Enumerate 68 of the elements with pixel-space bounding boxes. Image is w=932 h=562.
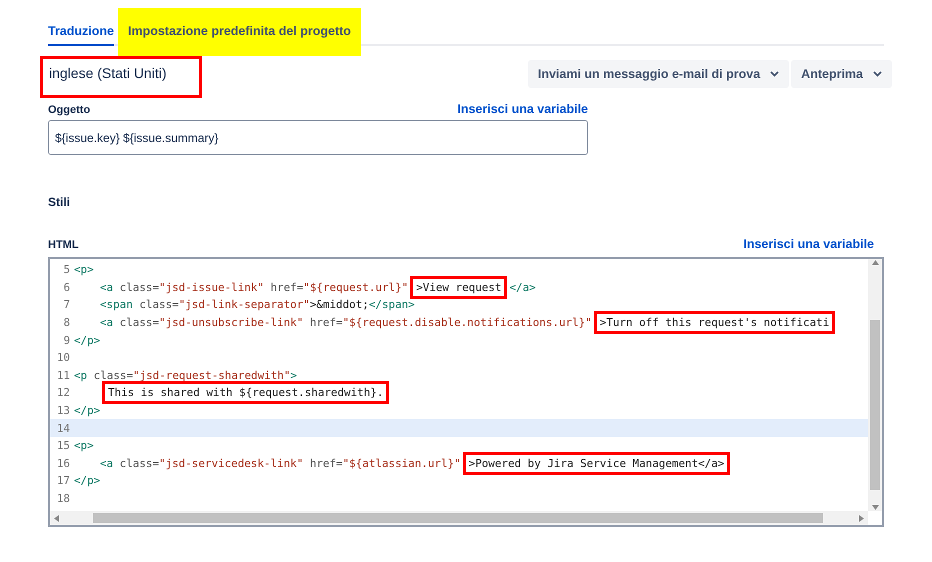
section-heading: Stili bbox=[48, 195, 72, 209]
line-number: 17 bbox=[56, 474, 71, 488]
code-text: href= bbox=[308, 456, 343, 470]
code-text: "${request.url}" bbox=[303, 280, 408, 294]
code-text: class= bbox=[120, 316, 160, 330]
code-text: </span> bbox=[368, 298, 415, 312]
line-number: 8 bbox=[62, 316, 71, 330]
insert-variable-link[interactable]: Inserisci una variabile bbox=[743, 237, 874, 251]
code-text: class= bbox=[120, 456, 160, 470]
code-editor[interactable] bbox=[48, 257, 884, 527]
vertical-scrollbar[interactable] bbox=[868, 259, 882, 511]
scroll-left-icon[interactable] bbox=[53, 514, 60, 522]
line-number: 9 bbox=[62, 334, 71, 347]
code-text: <p> bbox=[74, 439, 94, 452]
code-text: </p> bbox=[74, 334, 100, 347]
code-text: >&middot; bbox=[310, 298, 369, 312]
code-text: >Powered by Jira Service Management</a> bbox=[462, 452, 730, 475]
code-text: This is shared with ${request.sharedwith}. bbox=[102, 381, 390, 404]
dropdown-button[interactable]: Inviami un messaggio e-mail di prova bbox=[528, 60, 790, 88]
code-text: >View request bbox=[410, 276, 508, 299]
code-text: "${request.disable.notifications.url}" bbox=[342, 316, 592, 330]
line-number: 14 bbox=[56, 422, 71, 435]
code-text: "jsd-unsubscribe-link" bbox=[159, 316, 304, 330]
code-text: "jsd-request-sharedwith" bbox=[133, 368, 290, 382]
code-text: </a> bbox=[509, 280, 536, 294]
code-text: "jsd-servicedesk-link" bbox=[159, 456, 304, 470]
scroll-down-icon[interactable] bbox=[872, 504, 878, 511]
horizontal-scrollbar[interactable] bbox=[50, 511, 868, 525]
line-number: 16 bbox=[56, 456, 71, 470]
code-text: <p> bbox=[74, 263, 94, 276]
code-text: "jsd-issue-link" bbox=[159, 280, 264, 294]
insert-variable-link[interactable]: Inserisci una variabile bbox=[457, 102, 588, 116]
code-text: <p bbox=[74, 368, 88, 382]
code-text: "jsd-link-separator" bbox=[178, 298, 310, 312]
code-text: <a bbox=[100, 280, 114, 294]
tab[interactable]: Impostazione predefinita del progetto bbox=[128, 18, 351, 46]
subject-field[interactable]: ${issue.key} ${issue.summary} bbox=[48, 120, 588, 155]
scroll-up-icon[interactable] bbox=[872, 259, 878, 266]
line-number: 12 bbox=[56, 386, 71, 400]
code-text: href= bbox=[308, 316, 343, 330]
code-text: <a bbox=[100, 316, 114, 330]
code-text: class= bbox=[120, 280, 160, 294]
field-label: Oggetto bbox=[48, 104, 90, 116]
line-number: 6 bbox=[62, 280, 71, 294]
code-text: class= bbox=[94, 368, 134, 382]
line-number: 10 bbox=[56, 351, 71, 364]
code-text: </p> bbox=[74, 474, 100, 488]
line-number: 15 bbox=[56, 439, 71, 452]
code-text: > bbox=[290, 368, 297, 382]
scroll-right-icon[interactable] bbox=[858, 514, 865, 522]
code-text: <span bbox=[100, 298, 134, 312]
code-text: href= bbox=[269, 280, 304, 294]
code-text: >Turn off this request's notificati bbox=[594, 311, 836, 334]
line-number: 13 bbox=[56, 404, 71, 418]
code-text: </p> bbox=[74, 404, 100, 418]
code-text: "${atlassian.url}" bbox=[342, 456, 461, 470]
line-number: 18 bbox=[56, 492, 71, 506]
line-number: 5 bbox=[62, 263, 71, 276]
chevron-down-icon bbox=[873, 71, 882, 77]
code-text: <a bbox=[100, 456, 114, 470]
language-label: inglese (Stati Uniti) bbox=[40, 56, 202, 98]
code-text: class= bbox=[139, 298, 179, 312]
chevron-down-icon bbox=[770, 71, 780, 77]
dropdown-button[interactable]: Anteprima bbox=[791, 60, 892, 88]
tab[interactable]: Traduzione bbox=[48, 18, 114, 46]
line-number: 7 bbox=[62, 298, 71, 312]
line-number: 11 bbox=[56, 368, 71, 382]
field-label: HTML bbox=[48, 239, 79, 251]
